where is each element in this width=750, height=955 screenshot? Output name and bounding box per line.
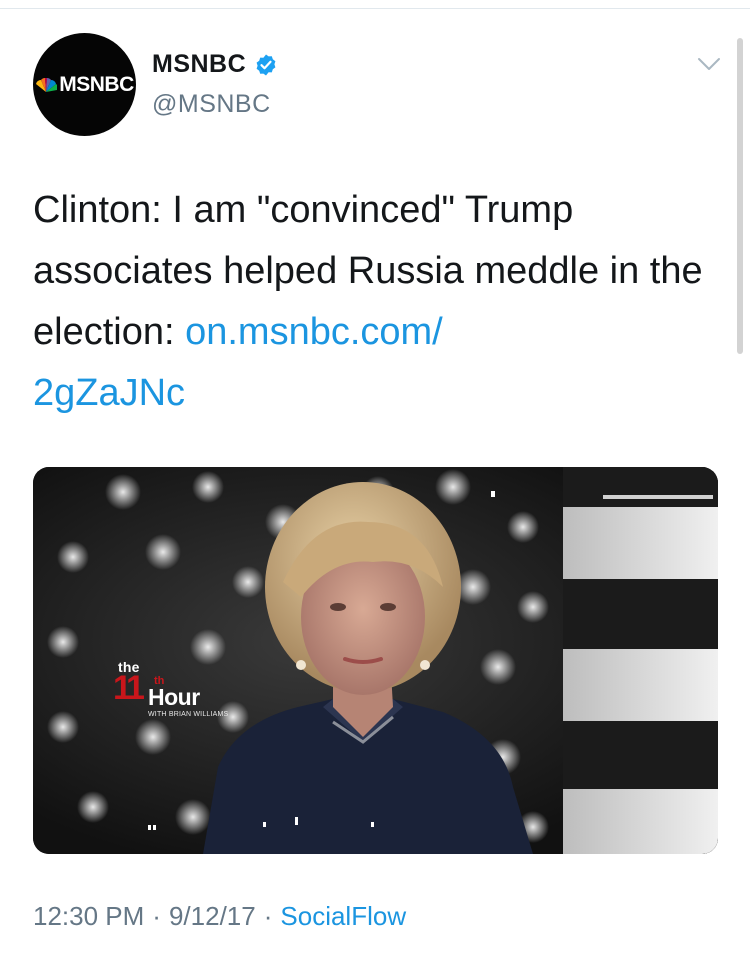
chevron-down-icon[interactable] — [697, 56, 721, 72]
tweet-link-part1[interactable]: on.msnbc.com/ — [185, 311, 443, 353]
msnbc-logo: MSNBC — [35, 73, 134, 97]
meta-separator: · — [152, 901, 161, 931]
verified-badge-icon — [256, 54, 276, 75]
show-logo-word: Hour — [148, 684, 200, 710]
user-handle[interactable]: @MSNBC — [152, 90, 271, 119]
author-name-row[interactable]: MSNBC — [152, 50, 278, 79]
display-name[interactable]: MSNBC — [152, 50, 246, 79]
meta-separator: · — [263, 901, 273, 931]
media-card[interactable]: the 11 th Hour WITH BRIAN WILLIAMS — [33, 467, 718, 854]
show-logo-number: 11 — [113, 669, 145, 707]
avatar[interactable]: MSNBC — [33, 33, 136, 136]
show-logo-byline: WITH BRIAN WILLIAMS — [148, 711, 229, 718]
peacock-icon — [36, 77, 58, 92]
scrollbar[interactable] — [737, 38, 743, 354]
tweet-date[interactable]: 9/12/17 — [169, 901, 256, 932]
tweet-link-part2[interactable]: 2gZaJNc — [33, 372, 185, 414]
tweet-meta: 12:30 PM · 9/12/17 · SocialFlow — [33, 901, 406, 932]
tweet-time[interactable]: 12:30 PM — [33, 901, 144, 932]
avatar-logo-text: MSNBC — [59, 72, 134, 96]
tweet-text: Clinton: I am "convinced" Trump associat… — [33, 180, 713, 424]
top-divider — [0, 8, 750, 9]
tweet-source[interactable]: SocialFlow — [280, 901, 406, 932]
